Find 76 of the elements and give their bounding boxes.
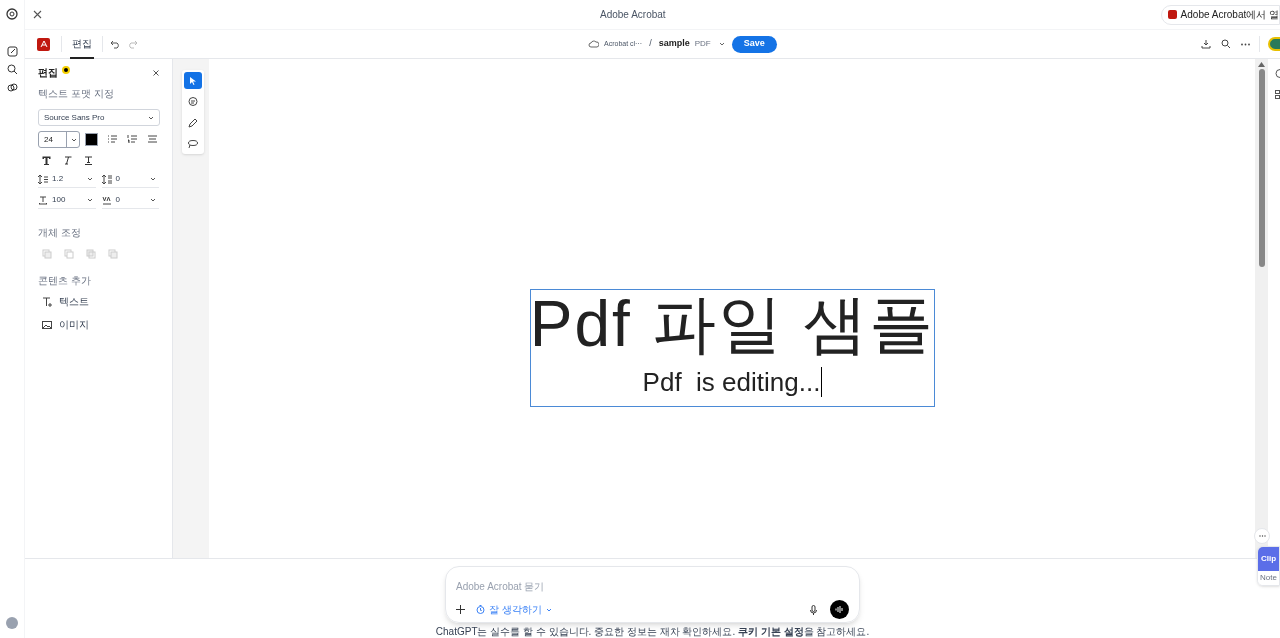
search-icon[interactable] bbox=[1221, 39, 1231, 49]
library-icon[interactable] bbox=[6, 82, 18, 93]
section-heading: 텍스트 포맷 지정 bbox=[38, 87, 115, 101]
window-title: Adobe Acrobat bbox=[600, 8, 666, 22]
avatar-icon[interactable] bbox=[6, 617, 18, 629]
font-size-field[interactable]: 24 bbox=[38, 131, 80, 148]
spacing-icon bbox=[38, 174, 48, 184]
arrange-icon bbox=[86, 249, 96, 259]
arrange-icon bbox=[64, 249, 74, 259]
spacing-icon bbox=[101, 174, 112, 184]
cloud-icon bbox=[588, 40, 599, 48]
document-heading[interactable]: Pdf 파일 샘플 bbox=[529, 291, 936, 357]
save-button[interactable]: Save bbox=[731, 35, 777, 53]
disclaimer-text: ChatGPT는 실수를 할 수 있습니다. 중요한 정보는 재차 확인하세요. 쿠키 기본 설정을 참고하세요. bbox=[435, 626, 870, 638]
bullet-list-icon[interactable] bbox=[107, 135, 118, 144]
path-separator: / bbox=[649, 37, 652, 51]
chevron-down-icon[interactable] bbox=[718, 42, 725, 46]
panel-title: 편집 bbox=[38, 66, 58, 80]
edit-icon[interactable] bbox=[6, 46, 18, 57]
chevron-down-icon bbox=[86, 177, 93, 181]
spacing-icon bbox=[101, 195, 112, 205]
grid-icon[interactable] bbox=[1275, 90, 1280, 99]
align-icon[interactable] bbox=[147, 135, 158, 144]
more-icon[interactable] bbox=[1241, 42, 1250, 46]
acrobat-logo-icon bbox=[1167, 10, 1177, 19]
avatar-icon[interactable] bbox=[1268, 37, 1280, 51]
flower-logo-icon[interactable] bbox=[6, 8, 18, 20]
spacing-dropdown[interactable]: 100 bbox=[38, 192, 96, 209]
edit-tab[interactable]: 편집 bbox=[70, 29, 94, 59]
spacing-dropdown[interactable]: 1.2 bbox=[38, 171, 96, 188]
chevron-down-icon bbox=[545, 607, 552, 612]
bold-icon[interactable] bbox=[42, 156, 51, 165]
chevron-down-icon[interactable] bbox=[71, 137, 77, 142]
undo-icon[interactable] bbox=[110, 39, 121, 49]
timer-icon bbox=[476, 605, 485, 614]
numbered-list-icon[interactable] bbox=[127, 135, 138, 144]
add-content-item[interactable]: 이미지 bbox=[38, 317, 159, 332]
download-icon[interactable] bbox=[1201, 39, 1211, 49]
italic-icon[interactable] bbox=[63, 156, 72, 165]
select-tool-icon[interactable] bbox=[184, 72, 202, 89]
mode-dropdown[interactable]: 잘 생각하기 bbox=[476, 602, 552, 617]
text-icon bbox=[42, 296, 52, 307]
chevron-down-icon bbox=[86, 198, 93, 202]
note-button[interactable]: Note bbox=[1258, 571, 1279, 585]
arrange-icon bbox=[42, 249, 52, 259]
color-swatch[interactable] bbox=[85, 133, 98, 146]
plus-icon[interactable] bbox=[456, 605, 465, 614]
underline-icon[interactable] bbox=[84, 156, 93, 165]
microphone-icon[interactable] bbox=[810, 604, 817, 615]
font-dropdown[interactable]: Source Sans Pro bbox=[38, 109, 160, 126]
acrobat-logo-icon[interactable] bbox=[37, 37, 50, 51]
add-content-item[interactable]: 텍스트 bbox=[38, 294, 159, 309]
chevron-down-icon[interactable] bbox=[148, 115, 154, 120]
spacing-icon bbox=[38, 195, 48, 205]
section-heading: 콘텐츠 추가 bbox=[38, 274, 92, 288]
arrange-icon bbox=[108, 249, 118, 259]
clip-button[interactable]: Clip bbox=[1258, 547, 1279, 571]
section-heading: 개체 조정 bbox=[38, 226, 82, 240]
file-type: PDF bbox=[694, 38, 711, 50]
close-icon[interactable] bbox=[33, 10, 42, 19]
voice-button[interactable] bbox=[830, 600, 849, 619]
chat-input[interactable]: Adobe Acrobat 묻기 잘 생각하기 bbox=[445, 566, 860, 623]
premium-badge-icon bbox=[62, 65, 70, 74]
spacing-dropdown[interactable]: 0 bbox=[101, 171, 159, 188]
image-icon bbox=[42, 319, 52, 330]
document-text[interactable]: Pdf is editing... bbox=[642, 367, 823, 397]
scroll-up-icon[interactable] bbox=[1258, 62, 1265, 67]
file-name: sample bbox=[658, 37, 690, 51]
spacing-dropdown[interactable]: 0 bbox=[101, 192, 159, 209]
text-box[interactable]: Pdf 파일 샘플 Pdf is editing... bbox=[530, 289, 935, 407]
search-icon[interactable] bbox=[6, 64, 18, 75]
chevron-down-icon bbox=[150, 198, 156, 202]
close-icon[interactable] bbox=[153, 69, 159, 76]
scrollbar-thumb[interactable] bbox=[1258, 69, 1265, 267]
chevron-down-icon bbox=[150, 177, 156, 181]
chat-text-field[interactable]: Adobe Acrobat 묻기 bbox=[456, 579, 849, 594]
